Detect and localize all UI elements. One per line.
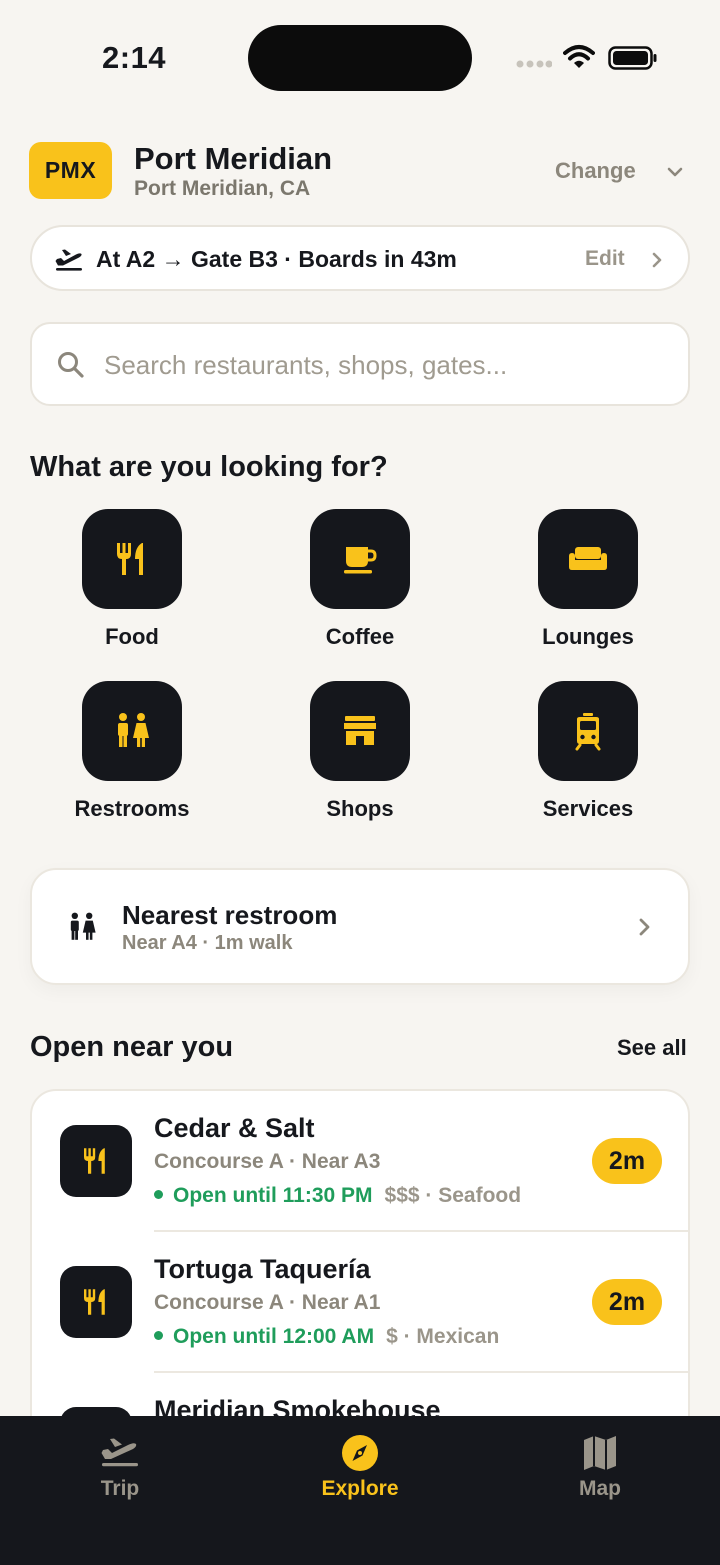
category-tile[interactable]: [82, 681, 182, 781]
see-all-link[interactable]: See all: [617, 1035, 687, 1061]
category-tile[interactable]: [310, 681, 410, 781]
tram-icon: [575, 713, 601, 751]
tab-label: Explore: [321, 1477, 399, 1500]
restroom-icon: [118, 713, 149, 747]
place-name: Tortuga Taquería: [154, 1254, 371, 1284]
place-meta: $ · Mexican: [386, 1325, 500, 1348]
place-icon-tile: [60, 1266, 132, 1338]
storefront-icon: [344, 716, 376, 745]
open-near-you-heading: Open near you: [30, 1031, 234, 1063]
category-services[interactable]: Services: [508, 681, 668, 822]
fork-knife-icon: [84, 1289, 105, 1315]
chevron-down-icon[interactable]: [665, 162, 685, 182]
category-restrooms[interactable]: Restrooms: [52, 681, 212, 822]
fork-knife-icon: [117, 543, 143, 575]
chevron-right-icon[interactable]: [649, 250, 665, 270]
edit-trip-button[interactable]: Edit: [585, 247, 625, 271]
airplane-takeoff-icon: [101, 1438, 138, 1467]
airplane-takeoff-icon: [55, 249, 82, 271]
place-meta: $$$ · Seafood: [384, 1184, 522, 1207]
nearest-restroom-card[interactable]: Nearest restroom Near A4 · 1m walk: [30, 868, 690, 985]
sofa-icon: [569, 547, 607, 570]
search-bar[interactable]: [30, 322, 690, 406]
restroom-icon: [70, 912, 96, 940]
open-status-dot: [154, 1330, 163, 1340]
dynamic-island: [248, 25, 472, 91]
category-label: Services: [542, 796, 634, 821]
nearest-restroom-title: Nearest restroom: [122, 900, 338, 930]
search-icon: [58, 352, 84, 378]
category-label: Lounges: [542, 624, 634, 649]
walk-time-badge: 2m: [592, 1138, 662, 1184]
nearest-restroom-subtitle: Near A4 · 1m walk: [122, 932, 293, 954]
place-status: Open until 12:00 AM $ · Mexican: [154, 1325, 499, 1349]
category-tile[interactable]: [538, 681, 638, 781]
wifi-icon: [563, 45, 595, 68]
signal-dots-icon: [516, 60, 552, 68]
category-tile[interactable]: [538, 509, 638, 609]
tab-label: Map: [579, 1477, 621, 1500]
category-tile[interactable]: [310, 509, 410, 609]
category-tile[interactable]: [82, 509, 182, 609]
airport-name: Port Meridian: [134, 141, 333, 176]
list-item[interactable]: Tortuga Taquería Concourse A · Near A1 O…: [32, 1232, 688, 1373]
airport-city: Port Meridian, CA: [134, 177, 311, 200]
category-label: Food: [105, 624, 159, 649]
walk-time-badge: 2m: [592, 1279, 662, 1325]
open-hours: Open until 12:00 AM: [173, 1325, 375, 1348]
trip-status-pill[interactable]: At A2 → Gate B3 · Boards in 43m Edit: [30, 225, 690, 291]
search-input[interactable]: [104, 342, 664, 388]
open-hours: Open until 11:30 PM: [173, 1184, 373, 1207]
open-status-dot: [154, 1189, 163, 1199]
change-airport-button[interactable]: Change: [555, 158, 636, 184]
categories-heading: What are you looking for?: [30, 451, 388, 483]
category-lounges[interactable]: Lounges: [508, 509, 668, 650]
place-location: Concourse A · Near A1: [154, 1291, 381, 1314]
category-label: Restrooms: [74, 796, 190, 821]
place-status: Open until 11:30 PM $$$ · Seafood: [154, 1184, 521, 1208]
trip-summary: At A2 → Gate B3 · Boards in 43m: [96, 246, 457, 272]
category-coffee[interactable]: Coffee: [280, 509, 440, 650]
tab-label: Trip: [100, 1477, 140, 1500]
category-food[interactable]: Food: [52, 509, 212, 650]
place-location: Concourse A · Near A3: [154, 1150, 381, 1173]
category-label: Coffee: [325, 624, 395, 649]
airport-code-badge: PMX: [29, 142, 112, 199]
chevron-right-icon: [639, 918, 650, 936]
map-icon: [584, 1436, 616, 1470]
place-name: Cedar & Salt: [154, 1113, 315, 1143]
battery-icon: [608, 46, 657, 70]
list-item[interactable]: Cedar & Salt Concourse A · Near A3 Open …: [32, 1091, 688, 1232]
place-icon-tile: [60, 1125, 132, 1197]
bottom-tab-bar: Trip Explore Map: [0, 1416, 720, 1565]
coffee-cup-icon: [344, 547, 377, 574]
fork-knife-icon: [84, 1148, 105, 1174]
status-bar: 2:14: [0, 0, 720, 110]
category-label: Shops: [326, 796, 394, 821]
category-shops[interactable]: Shops: [280, 681, 440, 822]
compass-icon: [342, 1435, 378, 1471]
status-time: 2:14: [102, 40, 167, 75]
